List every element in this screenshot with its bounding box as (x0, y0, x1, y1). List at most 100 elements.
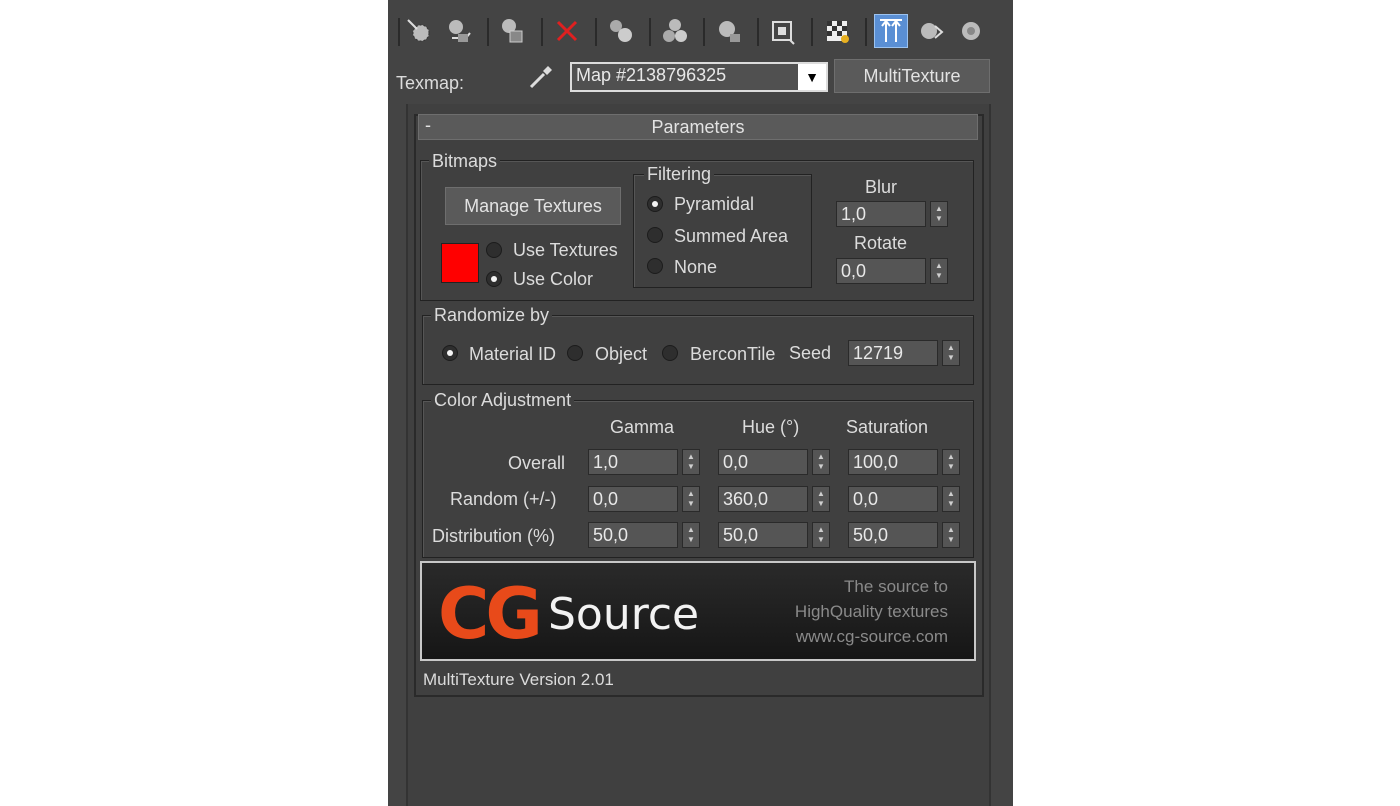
toolbar-separator (541, 18, 543, 46)
spinner-arrows-icon[interactable]: ▲ ▼ (942, 449, 960, 475)
spinner-arrows-icon[interactable]: ▲ ▼ (942, 340, 960, 366)
random-gamma-spinner[interactable]: 0,0 ▲ ▼ (588, 486, 700, 512)
overall-hue-spinner[interactable]: 0,0 ▲ ▼ (718, 449, 830, 475)
saturation-column-header: Saturation (846, 417, 929, 437)
summed-area-radio[interactable] (647, 227, 663, 243)
rotate-spinner[interactable]: 0,0 ▲ ▼ (836, 258, 950, 284)
overall-saturation-input[interactable]: 100,0 (848, 449, 938, 475)
parameters-rollout-header[interactable]: - Parameters (418, 114, 978, 140)
get-material-icon[interactable] (402, 14, 436, 48)
material-id-channel-icon[interactable] (712, 14, 746, 48)
random-row-label: Random (+/-) (450, 489, 557, 509)
random-hue-spinner[interactable]: 360,0 ▲ ▼ (718, 486, 830, 512)
distribution-hue-input[interactable]: 50,0 (718, 522, 808, 548)
object-radio[interactable] (567, 345, 583, 361)
toolbar-separator (757, 18, 759, 46)
seed-input[interactable]: 12719 (848, 340, 938, 366)
assign-to-selection-icon[interactable] (496, 14, 530, 48)
show-end-result-icon[interactable] (874, 14, 908, 48)
distribution-saturation-spinner[interactable]: 50,0 ▲ ▼ (848, 522, 962, 548)
logo-url: www.cg-source.com (795, 627, 948, 646)
put-to-scene-icon[interactable] (442, 14, 476, 48)
none-label: None (674, 257, 718, 277)
overall-hue-input[interactable]: 0,0 (718, 449, 808, 475)
logo-cg-text: CG (438, 573, 543, 655)
use-color-radio[interactable] (486, 271, 502, 287)
random-hue-input[interactable]: 360,0 (718, 486, 808, 512)
toolbar-separator (811, 18, 813, 46)
distribution-hue-spinner[interactable]: 50,0 ▲ ▼ (718, 522, 830, 548)
color-swatch[interactable] (441, 243, 479, 283)
overall-gamma-spinner[interactable]: 1,0 ▲ ▼ (588, 449, 700, 475)
spinner-arrows-icon[interactable]: ▲ ▼ (942, 522, 960, 548)
distribution-row-label: Distribution (%) (432, 526, 556, 546)
distribution-gamma-input[interactable]: 50,0 (588, 522, 678, 548)
blur-spinner[interactable]: 1,0 ▲ ▼ (836, 201, 950, 227)
randomize-group-title: Randomize by (431, 305, 553, 326)
spinner-arrows-icon[interactable]: ▲ ▼ (682, 449, 700, 475)
random-gamma-input[interactable]: 0,0 (588, 486, 678, 512)
put-to-library-icon[interactable] (658, 14, 692, 48)
blur-label: Blur (865, 177, 898, 197)
spinner-arrows-icon[interactable]: ▲ ▼ (812, 449, 830, 475)
spinner-arrows-icon[interactable]: ▲ ▼ (812, 486, 830, 512)
distribution-gamma-spinner[interactable]: 50,0 ▲ ▼ (588, 522, 700, 548)
map-name-value: Map #2138796325 (576, 65, 727, 85)
spinner-arrows-icon[interactable]: ▲ ▼ (930, 258, 948, 284)
use-textures-label: Use Textures (513, 240, 618, 260)
random-saturation-input[interactable]: 0,0 (848, 486, 938, 512)
material-id-radio[interactable] (442, 345, 458, 361)
hue-column-header: Hue (°) (742, 417, 800, 437)
object-label: Object (595, 344, 648, 364)
chevron-down-icon[interactable]: ▼ (798, 64, 826, 90)
show-shaded-in-viewport-icon[interactable] (766, 14, 800, 48)
spinner-arrows-icon[interactable]: ▲ ▼ (930, 201, 948, 227)
rotate-label: Rotate (854, 233, 908, 253)
show-background-icon[interactable] (820, 14, 854, 48)
spinner-arrows-icon[interactable]: ▲ ▼ (682, 522, 700, 548)
summed-area-label: Summed Area (674, 226, 789, 246)
eyedropper-icon[interactable] (526, 62, 556, 92)
go-forward-to-sibling-icon[interactable] (954, 14, 988, 48)
filtering-group-title: Filtering (644, 164, 715, 185)
version-label: MultiTexture Version 2.01 (423, 670, 614, 689)
make-unique-icon[interactable] (604, 14, 638, 48)
overall-row-label: Overall (508, 453, 566, 473)
seed-spinner[interactable]: 12719 ▲ ▼ (848, 340, 962, 366)
rollout-title: Parameters (651, 116, 745, 137)
use-textures-radio[interactable] (486, 242, 502, 258)
spinner-arrows-icon[interactable]: ▲ ▼ (812, 522, 830, 548)
random-saturation-spinner[interactable]: 0,0 ▲ ▼ (848, 486, 962, 512)
color-adjustment-group-title: Color Adjustment (431, 390, 575, 411)
material-id-label: Material ID (469, 344, 557, 364)
rotate-input[interactable]: 0,0 (836, 258, 926, 284)
overall-saturation-spinner[interactable]: 100,0 ▲ ▼ (848, 449, 962, 475)
toolbar-separator (487, 18, 489, 46)
bitmaps-group-title: Bitmaps (429, 151, 501, 172)
texmap-label: Texmap: (396, 73, 465, 93)
logo-tagline-1: The source to (844, 577, 948, 596)
go-to-parent-icon[interactable] (914, 14, 948, 48)
map-name-dropdown[interactable]: Map #2138796325 ▼ (570, 62, 828, 92)
manage-textures-button[interactable]: Manage Textures (445, 187, 621, 225)
bercontile-radio[interactable] (662, 345, 678, 361)
map-type-button[interactable]: MultiTexture (834, 59, 990, 93)
toolbar-separator (595, 18, 597, 46)
logo-tagline-2: HighQuality textures (794, 602, 948, 621)
use-color-label: Use Color (513, 269, 594, 289)
bercontile-label: BerconTile (690, 344, 776, 364)
toolbar-separator (703, 18, 705, 46)
none-radio[interactable] (647, 258, 663, 274)
blur-input[interactable]: 1,0 (836, 201, 926, 227)
spinner-arrows-icon[interactable]: ▲ ▼ (942, 486, 960, 512)
distribution-saturation-input[interactable]: 50,0 (848, 522, 938, 548)
overall-gamma-input[interactable]: 1,0 (588, 449, 678, 475)
pyramidal-radio[interactable] (647, 196, 663, 212)
cg-source-logo-banner[interactable]: CG Source The source to HighQuality text… (420, 561, 976, 661)
toolbar-separator (649, 18, 651, 46)
reset-map-icon[interactable] (550, 14, 584, 48)
pyramidal-label: Pyramidal (674, 194, 755, 214)
seed-label: Seed (789, 343, 832, 363)
spinner-arrows-icon[interactable]: ▲ ▼ (682, 486, 700, 512)
gamma-column-header: Gamma (610, 417, 675, 437)
